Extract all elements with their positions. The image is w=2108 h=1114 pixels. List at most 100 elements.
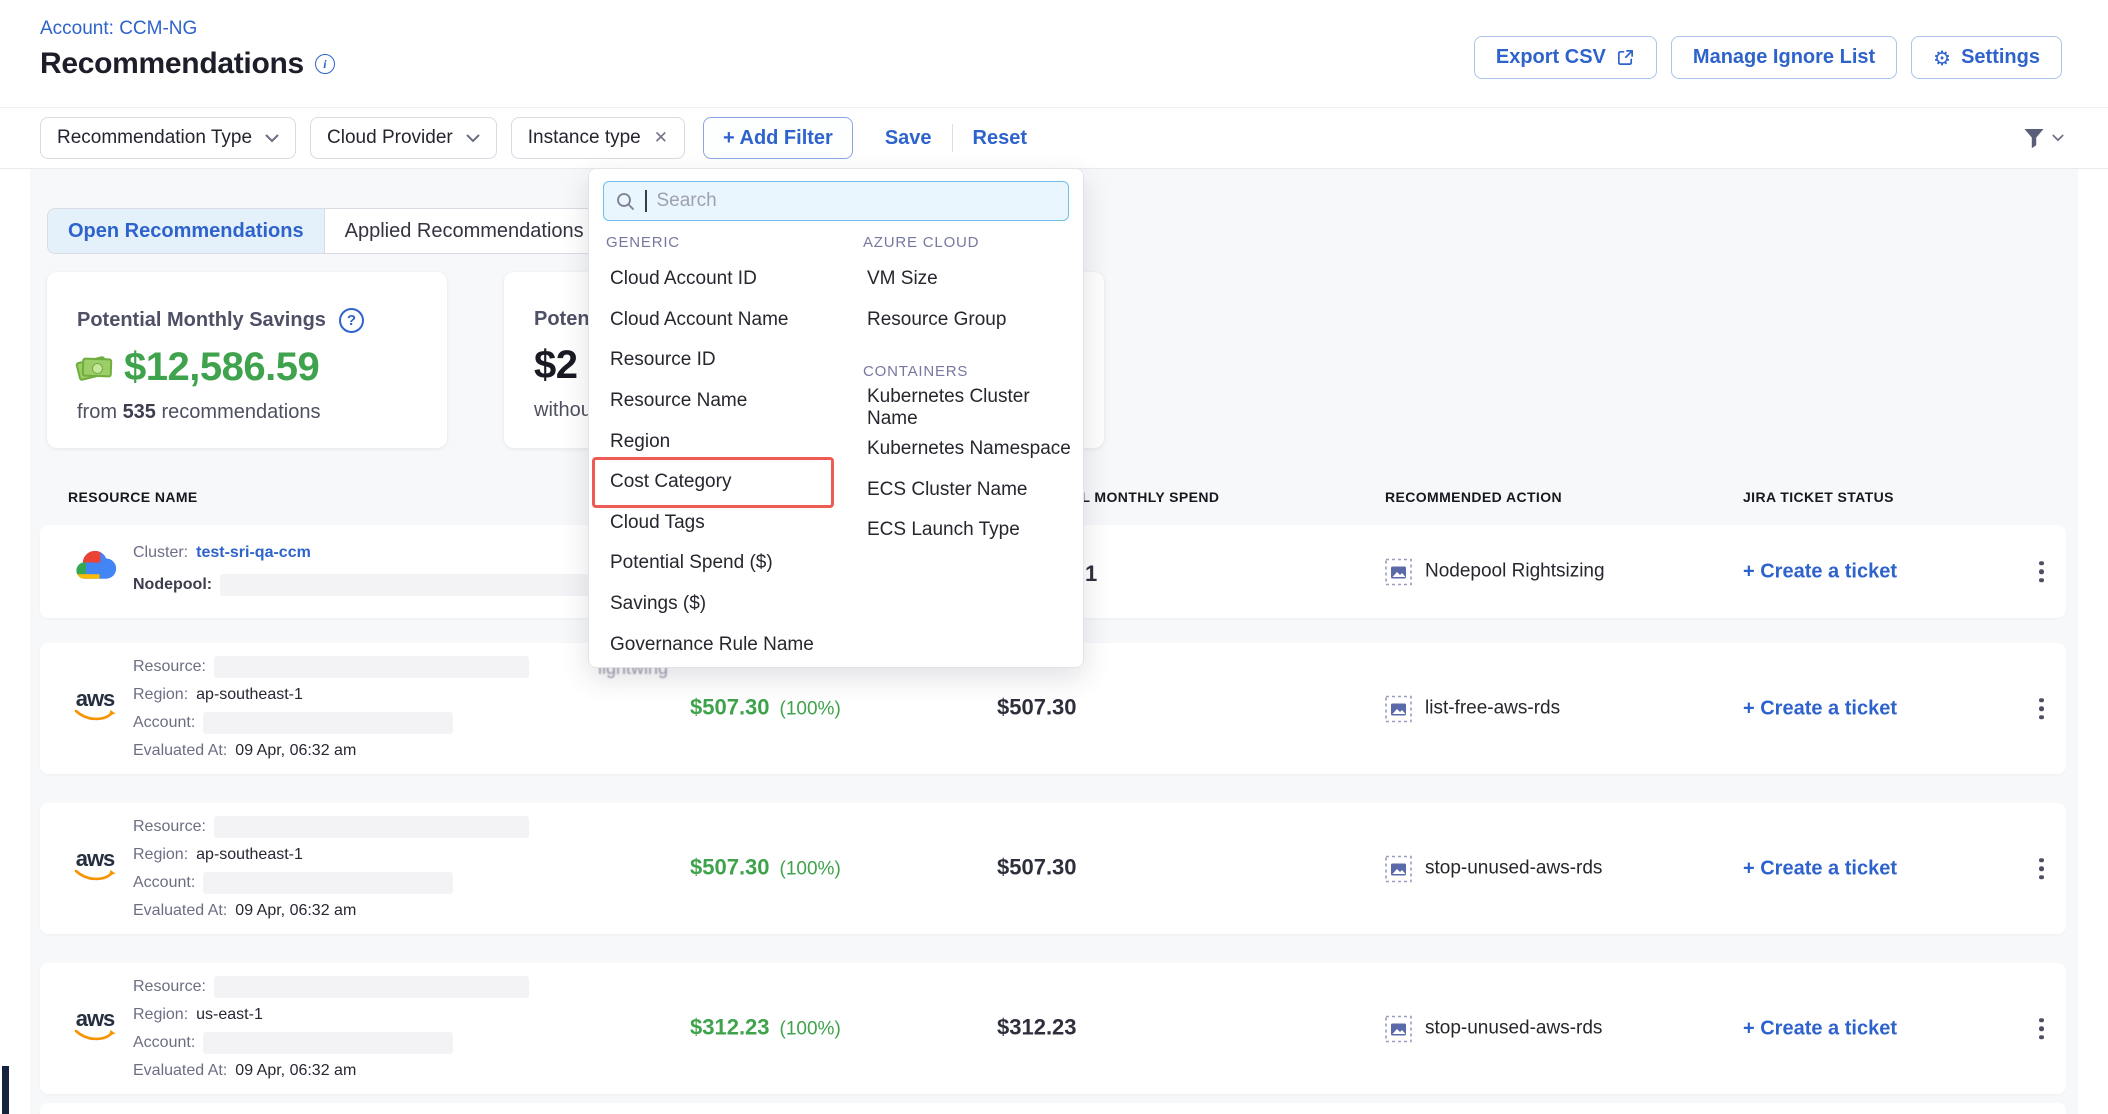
save-filter-button[interactable]: Save [885, 127, 932, 150]
breadcrumb-account[interactable]: Account: CCM-NG [40, 18, 197, 40]
reset-filter-button[interactable]: Reset [973, 127, 1027, 150]
settings-button[interactable]: ⚙ Settings [1911, 36, 2062, 79]
broken-image-icon [1385, 695, 1412, 722]
filter-option[interactable]: Kubernetes Cluster Name [863, 388, 1073, 429]
tab-open-recommendations[interactable]: Open Recommendations [48, 209, 324, 253]
filter-option[interactable]: Region [606, 421, 816, 462]
add-filter-button[interactable]: + Add Filter [703, 117, 853, 159]
row-menu-kebab-icon[interactable] [2035, 557, 2048, 587]
filter-option[interactable]: VM Size [863, 259, 1073, 300]
region-label: Region: [133, 686, 188, 704]
create-ticket-link[interactable]: + Create a ticket [1743, 1017, 1897, 1040]
create-ticket-link[interactable]: + Create a ticket [1743, 560, 1897, 583]
filter-chip-cloud-provider[interactable]: Cloud Provider [310, 117, 497, 159]
filter-option[interactable]: Cost Category [606, 462, 816, 503]
column-header-jira-ticket-status: JIRA TICKET STATUS [1743, 489, 1894, 505]
table-row-partial[interactable] [40, 1103, 2066, 1114]
region-label: Region: [133, 1006, 188, 1024]
recommendations-tabs: Open Recommendations Applied Recommendat… [47, 208, 605, 254]
potential-monthly-savings-card: Potential Monthly Savings ? $12,586.59 f… [47, 272, 447, 448]
dropdown-column-generic: GENERIC Cloud Account IDCloud Account Na… [606, 225, 816, 665]
cluster-label: Cluster: [133, 544, 188, 562]
text-cursor [645, 190, 647, 212]
section-label-containers: CONTAINERS [863, 354, 1073, 388]
subtitle-suffix: recommendations [162, 401, 321, 423]
filter-option[interactable]: ECS Cluster Name [863, 469, 1073, 510]
region-label: Region: [133, 846, 188, 864]
page-title: Recommendations [40, 47, 304, 81]
redacted-value [203, 872, 453, 894]
filter-chip-recommendation-type[interactable]: Recommendation Type [40, 117, 296, 159]
create-ticket-link[interactable]: + Create a ticket [1743, 857, 1897, 880]
table-row[interactable]: aws Resource: Region:us-east-1 Account: … [40, 963, 2066, 1094]
evaluated-at-value: 09 Apr, 06:32 am [235, 902, 356, 920]
row-menu-kebab-icon[interactable] [2035, 854, 2048, 884]
filter-option[interactable]: Cloud Account Name [606, 300, 816, 341]
filter-option[interactable]: ECS Launch Type [863, 510, 1073, 551]
divider [952, 124, 953, 152]
table-row[interactable]: aws Resource: Region:ap-southeast-1 Acco… [40, 803, 2066, 934]
cluster-line: Cluster: test-sri-qa-ccm [133, 541, 311, 565]
recommended-action-cell: stop-unused-aws-rds [1385, 1015, 1602, 1042]
search-box[interactable] [603, 181, 1069, 221]
external-link-icon [1616, 48, 1635, 67]
export-csv-button[interactable]: Export CSV [1474, 36, 1657, 79]
region-value: ap-southeast-1 [196, 846, 303, 864]
column-header-resource-name: RESOURCE NAME [68, 489, 198, 505]
savings-subtitle: from 535 recommendations [77, 401, 417, 424]
filter-chip-instance-type[interactable]: Instance type ✕ [511, 117, 685, 159]
redacted-value [214, 976, 529, 998]
evaluated-at-value: 09 Apr, 06:32 am [235, 742, 356, 760]
column-header-recommended-action: RECOMMENDED ACTION [1385, 489, 1562, 505]
resource-label: Resource: [133, 658, 206, 676]
savings-amount: $507.30 [690, 694, 770, 720]
redacted-value [214, 816, 529, 838]
redacted-value [203, 712, 453, 734]
spend-amount-partial: $2 [534, 343, 578, 388]
search-input[interactable] [657, 190, 1057, 212]
monthly-savings-cell: $507.30 (100%) [690, 854, 841, 880]
money-icon [77, 355, 113, 381]
monthly-savings-cell: $312.23 (100%) [690, 1014, 841, 1040]
chevron-down-icon [265, 134, 279, 143]
azure-options-list: VM SizeResource Group [863, 259, 1073, 340]
filter-option[interactable]: Cloud Account ID [606, 259, 816, 300]
manage-ignore-list-button[interactable]: Manage Ignore List [1671, 36, 1897, 79]
filter-option[interactable]: Kubernetes Namespace [863, 429, 1073, 470]
cluster-name-link[interactable]: test-sri-qa-ccm [196, 544, 311, 562]
help-icon[interactable]: ? [339, 308, 364, 333]
broken-image-icon [1385, 855, 1412, 882]
region-value: ap-southeast-1 [196, 686, 303, 704]
filter-chip-label: Recommendation Type [57, 127, 252, 149]
funnel-icon [2023, 128, 2045, 149]
create-ticket-link[interactable]: + Create a ticket [1743, 697, 1897, 720]
filter-option[interactable]: Governance Rule Name [606, 624, 816, 665]
row-menu-kebab-icon[interactable] [2035, 1014, 2048, 1044]
filter-panel-toggle[interactable] [2023, 128, 2064, 149]
filter-option[interactable]: Savings ($) [606, 584, 816, 625]
filter-option[interactable]: Resource ID [606, 340, 816, 381]
dropdown-column-cloud: AZURE CLOUD VM SizeResource Group CONTAI… [863, 225, 1073, 551]
filter-option[interactable]: Cloud Tags [606, 503, 816, 544]
evaluated-at-label: Evaluated At: [133, 902, 227, 920]
chevron-down-icon [2052, 134, 2064, 142]
aws-icon: aws [73, 1009, 117, 1042]
account-label: Account: [133, 1034, 195, 1052]
tab-applied-recommendations[interactable]: Applied Recommendations [324, 209, 604, 253]
savings-amount: $312.23 [690, 1014, 770, 1040]
recommendations-page: Account: CCM-NG Recommendations i Export… [0, 0, 2108, 1114]
evaluated-at-label: Evaluated At: [133, 1062, 227, 1080]
recommended-action-label: Nodepool Rightsizing [1425, 561, 1605, 583]
row-menu-kebab-icon[interactable] [2035, 694, 2048, 724]
generic-options-list: Cloud Account IDCloud Account NameResour… [606, 259, 816, 665]
card-title: Potential Monthly Savings [77, 309, 326, 332]
filter-option[interactable]: Potential Spend ($) [606, 543, 816, 584]
recommended-action-label: stop-unused-aws-rds [1425, 1018, 1602, 1040]
filter-option[interactable]: Resource Group [863, 300, 1073, 341]
close-icon[interactable]: ✕ [654, 128, 668, 148]
info-icon[interactable]: i [315, 54, 335, 74]
add-filter-dropdown: GENERIC Cloud Account IDCloud Account Na… [588, 168, 1084, 668]
nodepool-label: Nodepool: [133, 576, 212, 594]
savings-amount: $507.30 [690, 854, 770, 880]
filter-option[interactable]: Resource Name [606, 381, 816, 422]
